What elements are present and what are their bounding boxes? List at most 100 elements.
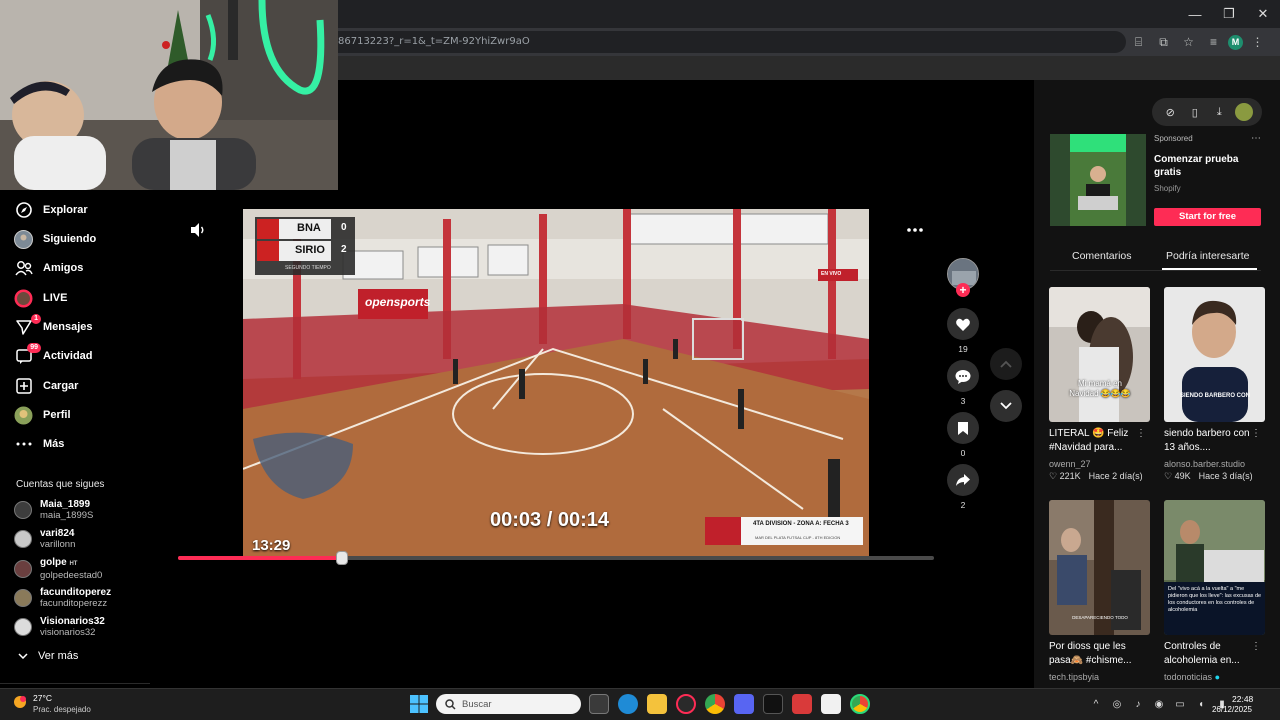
- taskbar-search[interactable]: Buscar: [436, 694, 581, 714]
- maximize-button[interactable]: ❐: [1212, 0, 1246, 28]
- followed-account[interactable]: golpe HT golpedeestad0: [14, 557, 102, 581]
- card-more-icon[interactable]: ⋮: [1251, 428, 1261, 439]
- chrome-icon[interactable]: [705, 694, 725, 714]
- weather-temperature[interactable]: 27°C: [33, 693, 52, 703]
- clock-time[interactable]: 22:48: [1232, 694, 1253, 704]
- share-button[interactable]: [947, 464, 979, 496]
- sidebar-item-label: Perfil: [43, 409, 71, 421]
- card-thumbnail: Mi mamá en Navidad 😂😂😂: [1049, 287, 1150, 422]
- card-author: tech.tipsbyia: [1049, 672, 1100, 682]
- card-overlay-text: DESAPARECIENDO TODO: [1072, 615, 1128, 620]
- tab-divider: [1050, 270, 1261, 271]
- card-description: LITERAL 🤩 Feliz #Navidad para...: [1049, 428, 1129, 453]
- streaming-app-icon[interactable]: [792, 694, 812, 714]
- account-name: Maia_1899: [40, 499, 91, 510]
- tab-suggested[interactable]: Podría interesarte: [1166, 250, 1249, 262]
- edge-browser-icon[interactable]: [618, 694, 638, 714]
- media-controls-icon[interactable]: ≡: [1203, 31, 1224, 53]
- card-author-name: todonoticias: [1164, 672, 1213, 682]
- sidebar-item-actividad[interactable]: 99 Actividad: [14, 342, 93, 366]
- file-explorer-icon[interactable]: [647, 694, 667, 714]
- ad-thumbnail[interactable]: [1050, 134, 1146, 226]
- user-avatar[interactable]: [1234, 103, 1253, 121]
- ad-more-icon[interactable]: ⋯: [1251, 133, 1261, 144]
- progress-fill: [178, 556, 342, 560]
- tray-chevron-up-icon[interactable]: ^: [1090, 699, 1102, 710]
- sidebar-item-label: Amigos: [43, 262, 84, 274]
- sidebar-item-mas[interactable]: Más: [14, 434, 64, 454]
- score-value1: 0: [341, 222, 347, 233]
- discord-icon[interactable]: [734, 694, 754, 714]
- compass-icon[interactable]: ⊘: [1161, 103, 1179, 121]
- following-avatar-icon: [14, 229, 33, 249]
- sidebar-item-label: Explorar: [43, 204, 88, 216]
- profile-avatar[interactable]: M: [1228, 34, 1243, 50]
- capcut-editor-icon[interactable]: [821, 694, 841, 714]
- progress-bar[interactable]: [178, 551, 934, 565]
- suggested-video-card[interactable]: Del "vivo acá a la vuelta" a "me pidiero…: [1164, 500, 1265, 682]
- previous-video-button[interactable]: [990, 348, 1022, 380]
- task-view-icon[interactable]: [589, 694, 609, 714]
- video-player[interactable]: BNA 0 SIRIO 2 SEGUNDO TIEMPO EN VIVO ope…: [243, 209, 869, 558]
- ad-title[interactable]: Comenzar prueba gratis: [1154, 153, 1254, 179]
- sidebar-item-cargar[interactable]: Cargar: [14, 376, 78, 396]
- card-more-icon[interactable]: ⋮: [1136, 428, 1146, 439]
- like-button[interactable]: [947, 308, 979, 340]
- account-name-suffix: HT: [69, 561, 78, 567]
- suggested-video-card[interactable]: DESAPARECIENDO TODO Por dioss que les pa…: [1049, 500, 1150, 682]
- browser-menu-icon[interactable]: ⋮: [1247, 31, 1268, 53]
- card-more-icon[interactable]: ⋮: [1251, 641, 1261, 652]
- weather-description: Prac. despejado: [33, 705, 91, 714]
- capcut-icon[interactable]: [763, 694, 783, 714]
- suggested-video-card[interactable]: SIENDO BARBERO CON siendo barbero con 13…: [1164, 287, 1265, 482]
- sidebar-item-live[interactable]: LIVE: [14, 288, 67, 308]
- activity-icon: 99: [14, 342, 41, 366]
- followed-account[interactable]: facunditoperez facunditoperezz: [14, 587, 111, 609]
- followed-account[interactable]: Visionarios32 visionarios32: [14, 616, 105, 638]
- account-handle: golpedeestad0: [40, 570, 103, 581]
- tray-app-icon[interactable]: ◎: [1111, 699, 1123, 710]
- see-more-button[interactable]: Ver más: [18, 650, 78, 662]
- minimize-button[interactable]: —: [1178, 0, 1212, 28]
- comment-button[interactable]: [947, 360, 979, 392]
- followed-account[interactable]: vari824 varillonn: [14, 528, 75, 550]
- save-button[interactable]: [947, 412, 979, 444]
- chrome-profile-icon[interactable]: [850, 694, 870, 714]
- install-app-icon[interactable]: ⧉: [1153, 31, 1174, 53]
- suggested-video-card[interactable]: Mi mamá en Navidad 😂😂😂 LITERAL 🤩 Feliz #…: [1049, 287, 1150, 482]
- volume-icon[interactable]: ◖: [1195, 699, 1207, 710]
- sidebar-item-amigos[interactable]: Amigos: [14, 258, 83, 278]
- followed-account[interactable]: Maia_1899 maia_1899S: [14, 499, 93, 521]
- next-video-button[interactable]: [990, 390, 1022, 422]
- download-icon[interactable]: ⤓: [1210, 103, 1228, 121]
- translate-icon[interactable]: ⌸: [1128, 31, 1149, 53]
- address-bar[interactable]: 86713223?_r=1&_t=ZM-92YhiZwr9aO: [338, 31, 1126, 53]
- close-button[interactable]: ✕: [1246, 0, 1280, 28]
- volume-button[interactable]: [188, 220, 208, 240]
- sidebar-item-siguiendo[interactable]: Siguiendo: [14, 229, 96, 249]
- sidebar-item-label: Actividad: [43, 350, 93, 362]
- network-icon[interactable]: ▭: [1174, 699, 1186, 710]
- avatar: [14, 501, 32, 519]
- video-more-options-button[interactable]: [904, 220, 926, 240]
- bookmark-star-icon[interactable]: ☆: [1178, 31, 1199, 53]
- windows-logo-icon: [410, 695, 428, 713]
- progress-scrubber[interactable]: [336, 551, 349, 565]
- microphone-icon[interactable]: ♪: [1132, 699, 1144, 710]
- lower-third-subtitle: MAR DEL PLATA FUTSAL CUP - 8TH EDICION: [755, 535, 841, 540]
- ad-cta-button[interactable]: Start for free: [1154, 208, 1261, 226]
- sidebar-item-label: Siguiendo: [43, 233, 97, 245]
- weather-sun-icon[interactable]: [12, 694, 28, 710]
- clock-date[interactable]: 26/12/2025: [1208, 705, 1252, 714]
- sidebar-item-explorar[interactable]: Explorar: [14, 200, 88, 220]
- sidebar-item-perfil[interactable]: Perfil: [14, 405, 71, 425]
- card-description: siendo barbero con 13 años....: [1164, 428, 1250, 453]
- sidebar-item-mensajes[interactable]: 1 Mensajes: [14, 313, 93, 337]
- tray-app-icon[interactable]: ◉: [1153, 699, 1165, 710]
- account-name: vari824: [40, 528, 75, 539]
- obs-icon[interactable]: [676, 694, 696, 714]
- windows-start-button[interactable]: [410, 695, 428, 713]
- tab-comments[interactable]: Comentarios: [1072, 250, 1132, 262]
- follow-button[interactable]: +: [956, 283, 970, 297]
- phone-icon[interactable]: ▯: [1186, 103, 1204, 121]
